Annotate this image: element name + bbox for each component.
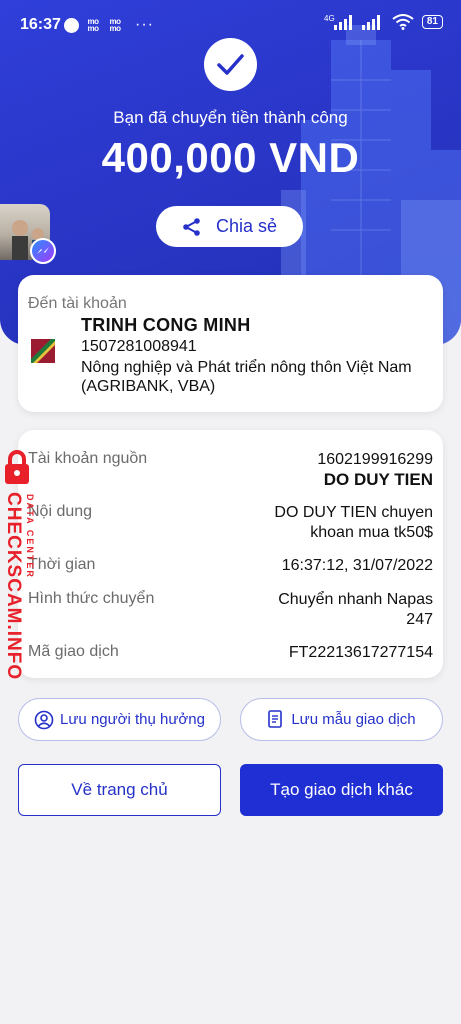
svg-text:4G: 4G [324, 14, 335, 23]
time-label: Thời gian [28, 556, 96, 573]
momo-icon: mo mo [109, 17, 122, 33]
save-payee-button[interactable]: Lưu người thụ hưởng [18, 698, 221, 741]
agribank-logo-icon [31, 339, 55, 363]
share-icon [183, 217, 200, 236]
content-label: Nội dung [28, 503, 93, 520]
document-icon [268, 709, 283, 728]
save-payee-label: Lưu người thụ hưởng [60, 711, 205, 728]
success-message: Bạn đã chuyển tiền thành công [113, 108, 348, 127]
transaction-details-card: Tài khoản nguồn 1602199916299 DO DUY TIE… [18, 430, 443, 678]
messenger-icon [64, 17, 79, 33]
overflow-dots-icon: ··· [135, 16, 154, 33]
detail-row-transaction-id: Mã giao dịch FT22213617277154 [28, 643, 433, 663]
messenger-chat-head[interactable] [0, 204, 56, 266]
content-line-2: khoan mua tk50$ [310, 524, 433, 541]
source-account-label: Tài khoản nguồn [28, 450, 148, 467]
detail-row-method: Hình thức chuyển Chuyển nhanh Napas 247 [28, 590, 433, 630]
save-template-label: Lưu mẫu giao dịch [291, 711, 416, 728]
momo-icon: mo mo [87, 17, 100, 33]
detail-row-source: Tài khoản nguồn 1602199916299 DO DUY TIE… [28, 450, 433, 490]
transaction-id-label: Mã giao dịch [28, 643, 119, 660]
method-label: Hình thức chuyển [28, 590, 155, 607]
watermark-text: CHECKSCAM.INFO [3, 492, 24, 681]
save-template-button[interactable]: Lưu mẫu giao dịch [240, 698, 443, 741]
home-button[interactable]: Về trang chủ [18, 764, 221, 816]
new-transaction-button[interactable]: Tạo giao dịch khác [240, 764, 443, 816]
transfer-amount: 400,000 VND [101, 134, 360, 181]
detail-row-time: Thời gian 16:37:12, 31/07/2022 [28, 556, 433, 576]
recipient-account-number: 1507281008941 [81, 338, 197, 355]
content-line-1: DO DUY TIEN chuyen [274, 504, 433, 521]
source-account-number: 1602199916299 [317, 451, 433, 468]
battery-icon: 81 [421, 15, 443, 29]
source-account-name: DO DUY TIEN [323, 470, 433, 489]
success-check-icon [204, 38, 257, 91]
share-button[interactable]: Chia sẻ [156, 206, 303, 247]
time-value: 16:37:12, 31/07/2022 [281, 557, 433, 574]
status-system-icons: 4G 81 [324, 14, 443, 30]
share-label: Chia sẻ [215, 216, 278, 236]
status-notification-icons: mo mo mo mo ··· [64, 16, 154, 34]
watermark-subtext: DATA CENTER [25, 494, 35, 579]
user-circle-icon [34, 710, 54, 729]
messenger-icon [30, 238, 56, 264]
signal-4g-icon: 4G [324, 14, 352, 30]
detail-row-content: Nội dung DO DUY TIEN chuyen khoan mua tk… [28, 503, 433, 543]
recipient-bank-name: Nông nghiệp và Phát triển nông thôn Việt… [81, 359, 412, 395]
destination-card: Đến tài khoản TRINH CONG MINH 1507281008… [18, 275, 443, 412]
destination-label: Đến tài khoản [28, 295, 127, 312]
transaction-id-value: FT22213617277154 [288, 644, 433, 661]
checkscam-watermark: CHECKSCAM.INFO DATA CENTER [0, 448, 36, 681]
signal-icon [361, 15, 380, 30]
status-time: 16:37 [20, 16, 61, 33]
method-line-2: 247 [406, 611, 433, 628]
wifi-icon [392, 14, 414, 30]
lock-icon [5, 450, 29, 484]
method-line-1: Chuyển nhanh Napas [278, 591, 433, 608]
recipient-name: TRINH CONG MINH [81, 315, 251, 335]
